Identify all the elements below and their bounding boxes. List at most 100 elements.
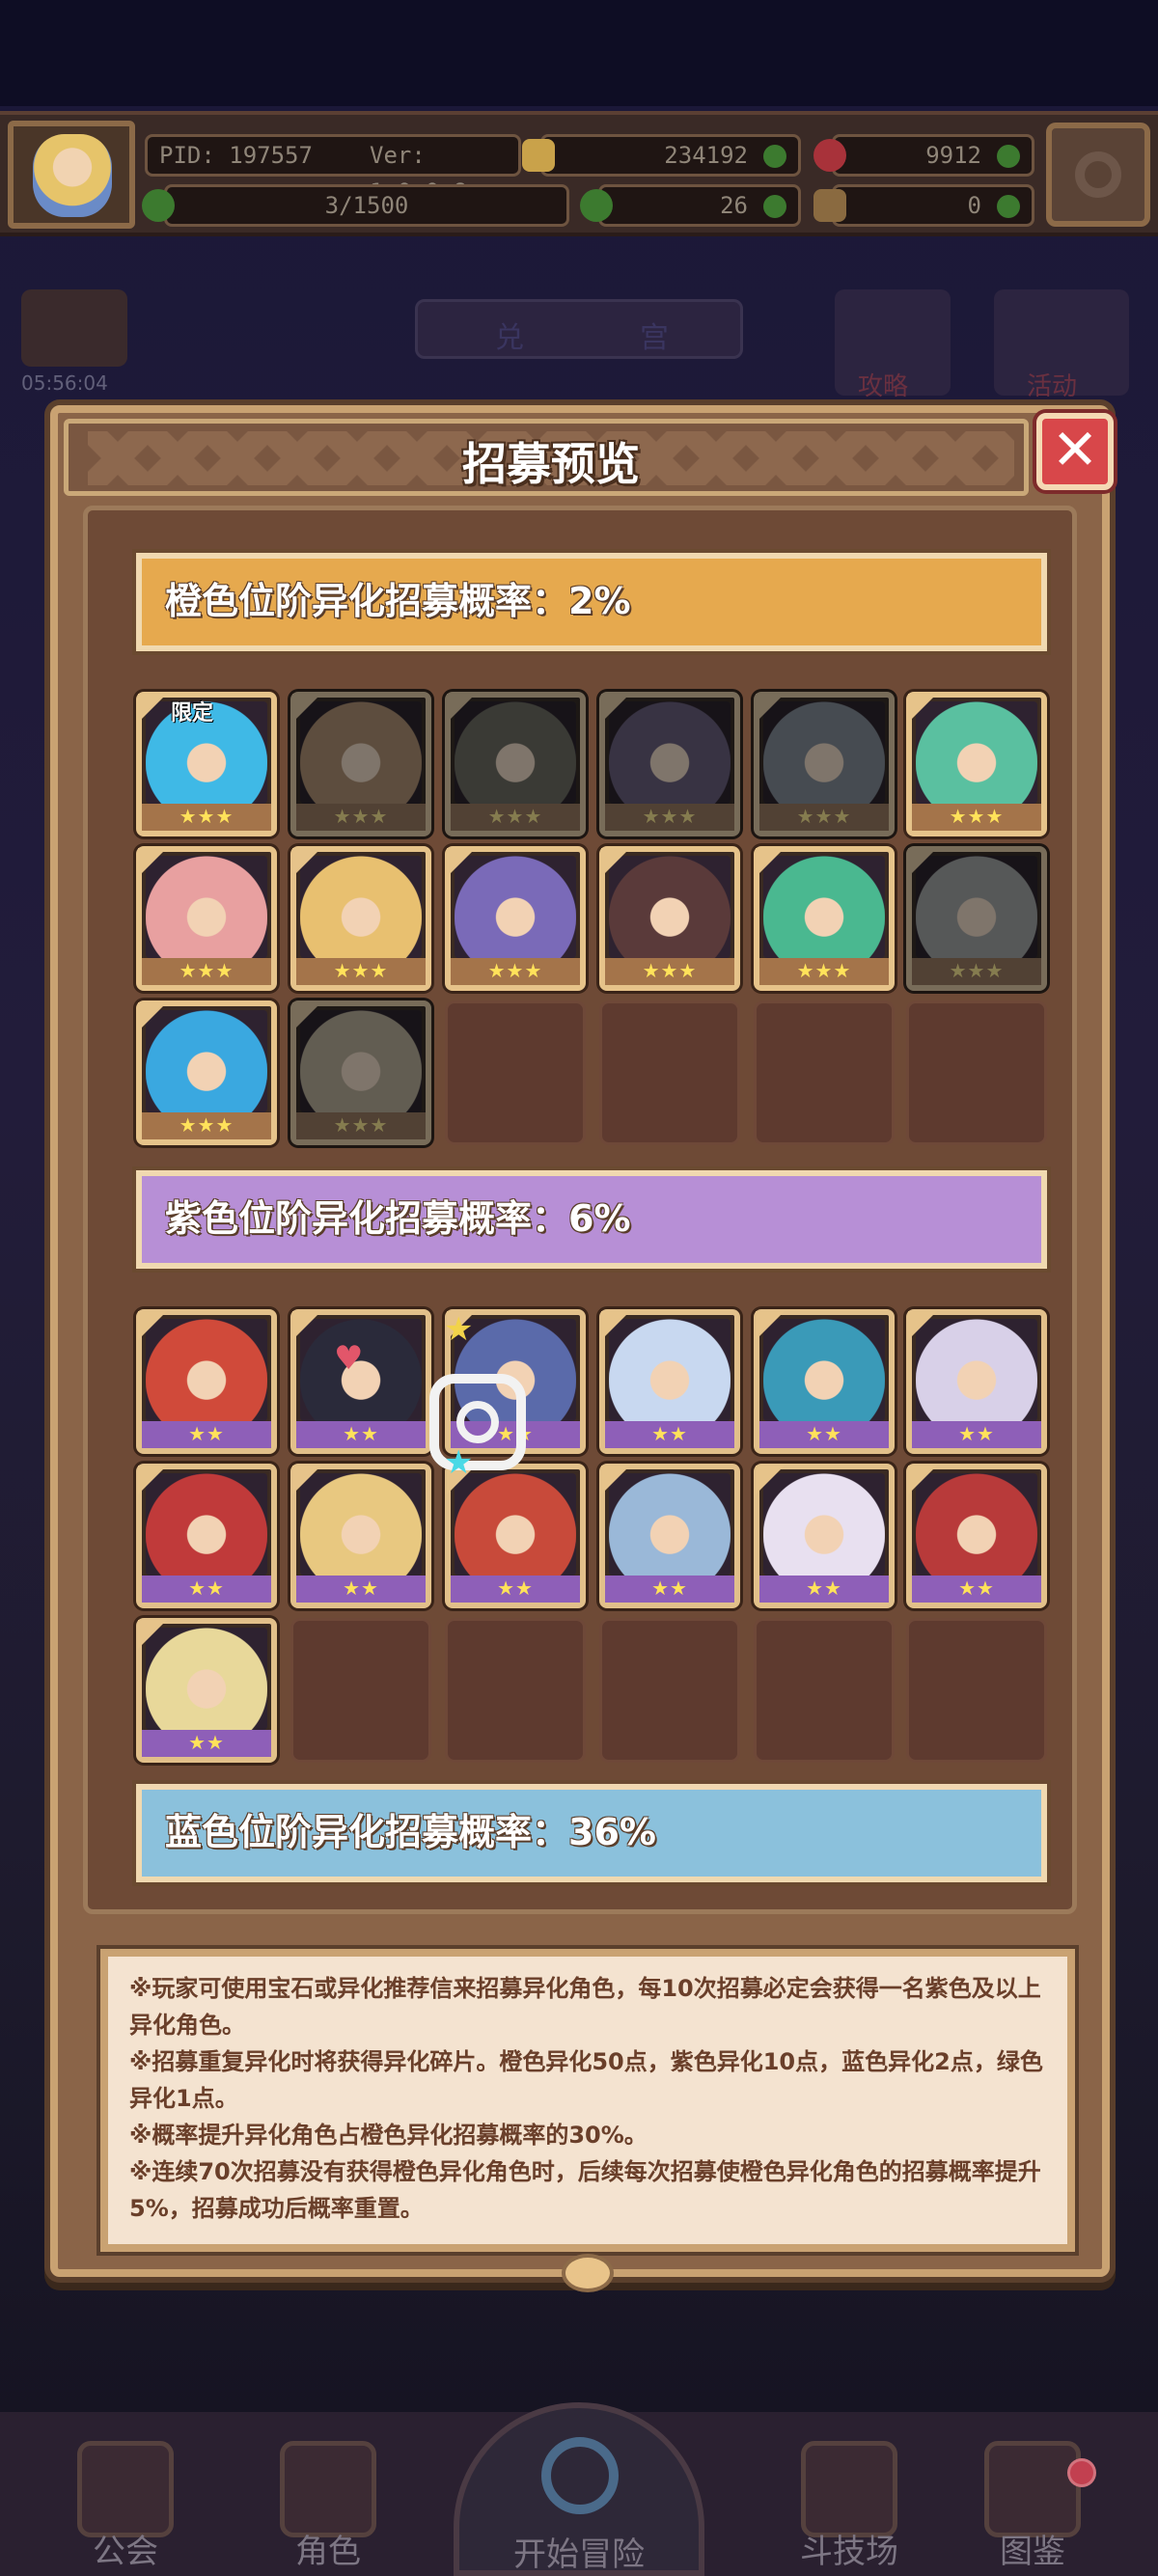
hero-card[interactable]: ★★★ bbox=[754, 692, 895, 836]
star-rating: ★★ bbox=[296, 1421, 426, 1448]
guild-icon bbox=[77, 2441, 174, 2537]
star-rating: ★★★ bbox=[142, 804, 271, 831]
gem-icon bbox=[813, 139, 846, 172]
hero-card[interactable]: ★★★ bbox=[290, 846, 431, 991]
hero-portrait bbox=[763, 1473, 885, 1576]
settings-button[interactable] bbox=[1046, 123, 1150, 227]
hero-card[interactable]: ★★ bbox=[445, 1464, 586, 1608]
star-rating: ★★★ bbox=[759, 804, 889, 831]
star-rating: ★★★ bbox=[912, 958, 1041, 985]
star-rating: ★★ bbox=[605, 1421, 734, 1448]
book-icon bbox=[984, 2441, 1081, 2537]
add-gem-icon[interactable] bbox=[997, 145, 1020, 168]
hero-card[interactable]: ★★★ bbox=[290, 1000, 431, 1145]
add-gold-icon[interactable] bbox=[763, 145, 786, 168]
nav-start-adventure-label: 开始冒险 bbox=[513, 2535, 645, 2574]
hero-card[interactable]: ★★ bbox=[754, 1309, 895, 1454]
hero-card[interactable]: ★★★ bbox=[599, 692, 740, 836]
hero-card[interactable]: ★★★ bbox=[136, 1000, 277, 1145]
nav-guild[interactable]: 公会 bbox=[48, 2431, 203, 2576]
star-rating: ★★ bbox=[912, 1421, 1041, 1448]
nav-codex[interactable]: 图鉴 bbox=[955, 2431, 1110, 2576]
star-rating: ★★★ bbox=[451, 958, 580, 985]
hero-portrait bbox=[916, 1473, 1037, 1576]
hero-card[interactable]: ★★★ bbox=[906, 846, 1047, 991]
xp-progress-bar: 3/1500 bbox=[142, 184, 569, 227]
close-button[interactable]: ✕ bbox=[1036, 413, 1114, 490]
add-ticket-icon[interactable] bbox=[997, 195, 1020, 218]
hero-portrait bbox=[300, 701, 422, 804]
empty-slot bbox=[290, 1618, 431, 1763]
hero-card[interactable]: ★★ bbox=[136, 1464, 277, 1608]
rule-note-2: ※招募重复异化时将获得异化碎片。橙色异化50点，紫色异化10点，蓝色异化2点，绿… bbox=[129, 2048, 1043, 2112]
star-rating: ★★ bbox=[759, 1421, 889, 1448]
hero-card[interactable]: ★★ bbox=[599, 1309, 740, 1454]
hero-portrait bbox=[763, 1319, 885, 1421]
frame-ornament bbox=[562, 2254, 614, 2292]
star-rating: ★★ bbox=[912, 1576, 1041, 1603]
hero-card[interactable]: ★★★ bbox=[599, 846, 740, 991]
hero-card[interactable]: ★★ bbox=[290, 1464, 431, 1608]
hero-card[interactable]: ★★★ bbox=[445, 846, 586, 991]
hero-portrait bbox=[300, 1473, 422, 1576]
gold-value: 234192 bbox=[664, 142, 748, 169]
hero-card[interactable]: ★★ bbox=[754, 1464, 895, 1608]
star-rating: ★★★ bbox=[296, 958, 426, 985]
hero-card[interactable]: ★★ bbox=[136, 1618, 277, 1763]
hero-card[interactable]: ★★★ bbox=[136, 846, 277, 991]
add-clover-icon[interactable] bbox=[763, 195, 786, 218]
gift-icon[interactable] bbox=[21, 289, 127, 367]
tier-list-panel: 橙色位阶异化招募概率：2% ★★★ 限定 ★★★ ★★★ ★★★ ★★★ ★★★ ★★★ ★★★… bbox=[83, 506, 1077, 1914]
nav-character[interactable]: 角色 bbox=[251, 2431, 405, 2576]
star-rating: ★★★ bbox=[296, 1112, 426, 1139]
hero-card[interactable]: ★★ bbox=[599, 1464, 740, 1608]
event-label: 活动 bbox=[1027, 372, 1078, 401]
nav-arena[interactable]: 斗技场 bbox=[772, 2431, 926, 2576]
hero-card[interactable]: ★★ bbox=[290, 1309, 431, 1454]
hero-portrait bbox=[455, 1473, 576, 1576]
star-rating: ★★ bbox=[142, 1730, 271, 1757]
hero-portrait bbox=[609, 701, 731, 804]
hero-card[interactable]: ★★ bbox=[906, 1309, 1047, 1454]
hero-portrait bbox=[763, 701, 885, 804]
clover-icon bbox=[142, 189, 175, 222]
hero-portrait bbox=[609, 856, 731, 958]
bg-banner-left: 兑 bbox=[495, 321, 524, 355]
bg-banner-right: 宫 bbox=[640, 321, 669, 355]
star-rating: ★★ bbox=[296, 1576, 426, 1603]
gear-icon bbox=[1075, 151, 1121, 198]
star-rating: ★★ bbox=[451, 1576, 580, 1603]
clover-counter[interactable]: 26 bbox=[580, 184, 801, 227]
ticket-counter[interactable]: 0 bbox=[813, 184, 1034, 227]
hero-card[interactable]: ★★★ bbox=[754, 846, 895, 991]
gold-counter[interactable]: 234192 bbox=[522, 134, 801, 177]
limited-tag: 限定 bbox=[171, 701, 214, 726]
star-rating: ★★★ bbox=[451, 804, 580, 831]
event-timer: 05:56:04 bbox=[21, 371, 108, 395]
hero-card[interactable]: ★★★ 限定 bbox=[136, 692, 277, 836]
star-rating: ★★★ bbox=[605, 804, 734, 831]
hero-card[interactable]: ★★★ bbox=[290, 692, 431, 836]
hero-portrait bbox=[763, 856, 885, 958]
player-avatar[interactable] bbox=[8, 121, 135, 229]
hero-card[interactable]: ★★ bbox=[906, 1464, 1047, 1608]
tier-purple-header: 紫色位阶异化招募概率：6% bbox=[136, 1170, 1047, 1269]
guide-button[interactable]: 攻略 bbox=[835, 289, 951, 401]
hero-card[interactable]: ★★ bbox=[136, 1309, 277, 1454]
recruit-rules-notes: ※玩家可使用宝石或异化推荐信来招募异化角色，每10次招募必定会获得一名紫色及以上… bbox=[100, 1949, 1075, 2252]
bg-banner: 兑 宫 bbox=[415, 299, 743, 359]
hero-portrait bbox=[916, 1319, 1037, 1421]
tier-blue-header[interactable]: 蓝色位阶异化招募概率：36% bbox=[136, 1784, 1047, 1882]
star-rating: ★★★ bbox=[142, 958, 271, 985]
nav-character-label: 角色 bbox=[295, 2533, 361, 2571]
ticket-icon bbox=[813, 189, 846, 222]
star-sparkle-icon: ★ bbox=[444, 1310, 474, 1349]
hero-card[interactable]: ★★★ bbox=[906, 692, 1047, 836]
empty-slot bbox=[445, 1000, 586, 1145]
hero-portrait bbox=[146, 856, 267, 958]
gem-counter[interactable]: 9912 bbox=[813, 134, 1034, 177]
magnifier-icon bbox=[541, 2437, 619, 2514]
hero-card[interactable]: ★★★ bbox=[445, 692, 586, 836]
star-rating: ★★★ bbox=[296, 804, 426, 831]
event-button[interactable]: 活动 bbox=[994, 289, 1129, 401]
